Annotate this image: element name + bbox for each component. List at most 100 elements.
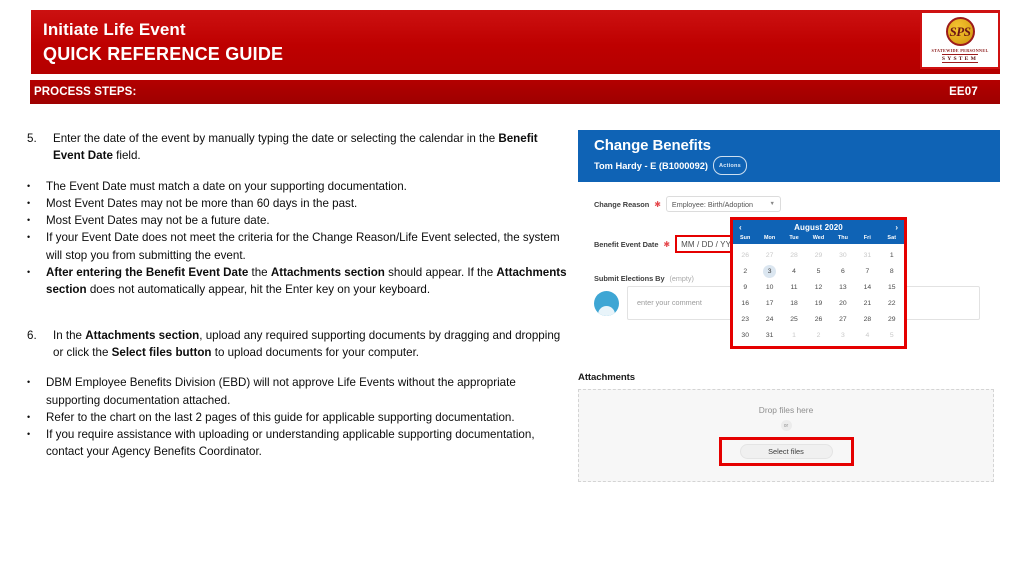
calendar-day-cell[interactable]: 8 (880, 263, 904, 279)
calendar-header: ‹ August 2020 › (733, 220, 904, 235)
calendar-day-cell[interactable]: 31 (855, 247, 879, 263)
calendar-day-cell[interactable]: 4 (855, 327, 879, 343)
step-6-number: 6. (27, 328, 37, 342)
bullet-item: • DBM Employee Benefits Division (EBD) wi… (24, 374, 569, 409)
guide-subtitle: QUICK REFERENCE GUIDE (43, 44, 284, 64)
calendar-day-number: 29 (888, 315, 896, 323)
step-5-number: 5. (27, 132, 37, 145)
calendar-day-cell[interactable]: 7 (855, 263, 879, 279)
bullet-dot-icon: • (27, 411, 31, 422)
bullet-text: Refer to the chart on the last 2 pages o… (46, 410, 515, 424)
calendar-day-cell[interactable]: 10 (757, 279, 781, 295)
calendar-day-cell[interactable]: 20 (831, 295, 855, 311)
calendar-dow-tue: Tue (789, 235, 799, 241)
next-month-icon[interactable]: › (895, 223, 898, 232)
calendar-day-number: 2 (816, 331, 821, 339)
file-dropzone[interactable]: Drop files here or Select files (578, 389, 994, 482)
calendar-day-cell[interactable]: 5 (880, 327, 904, 343)
calendar-day-cell[interactable]: 18 (782, 295, 806, 311)
bullet-dot-icon: • (27, 215, 31, 226)
comment-placeholder: enter your comment (637, 298, 702, 307)
bullet-text: DBM Employee Benefits Division (EBD) wil… (46, 376, 516, 407)
calendar-dow-sun: Sun (739, 235, 751, 241)
calendar-day-number: 8 (889, 267, 894, 275)
calendar-day-number: 5 (889, 331, 894, 339)
prev-month-icon[interactable]: ‹ (739, 223, 742, 232)
benefit-event-date-label: Benefit Event Date (594, 239, 659, 249)
calendar-dow-sat: Sat (887, 235, 897, 241)
bullet-text: Most Event Dates may not be more than 60… (46, 196, 358, 210)
calendar-day-cell[interactable]: 28 (782, 247, 806, 263)
date-picker-popup[interactable]: ‹ August 2020 › Sun Mon Tue Wed Thu Fri Sat 26… (730, 217, 907, 349)
change-reason-value: Employee: Birth/Adoption (671, 199, 754, 209)
calendar-day-cell[interactable]: 4 (782, 263, 806, 279)
bullet-dot-icon: • (27, 377, 31, 388)
calendar-day-cell[interactable]: 21 (855, 295, 879, 311)
calendar-day-cell[interactable]: 9 (733, 279, 757, 295)
calendar-day-cell[interactable]: 3 (831, 327, 855, 343)
process-code-badge: EE07 (949, 86, 978, 98)
calendar-month-label: August 2020 (794, 223, 843, 232)
calendar-day-number: 1 (889, 251, 894, 259)
calendar-day-cell[interactable]: 2 (733, 263, 757, 279)
sps-logo: SPS STATEWIDE PERSONNEL SYSTEM (920, 11, 1000, 69)
calendar-day-cell[interactable]: 24 (757, 311, 781, 327)
calendar-day-cell[interactable]: 1 (880, 247, 904, 263)
calendar-day-cell[interactable]: 16 (733, 295, 757, 311)
calendar-day-cell[interactable]: 12 (806, 279, 830, 295)
submit-elections-label: Submit Elections By (594, 274, 665, 283)
select-files-button[interactable]: Select files (739, 444, 833, 459)
calendar-day-cell[interactable]: 11 (782, 279, 806, 295)
calendar-day-number: 21 (863, 299, 872, 307)
employee-name: Tom Hardy - E (B1000092) (594, 160, 709, 171)
calendar-day-cell[interactable]: 25 (782, 311, 806, 327)
calendar-dow-mon: Mon (763, 235, 776, 241)
calendar-day-number: 31 (765, 331, 774, 339)
required-asterisk-icon: ✱ (663, 239, 671, 249)
calendar-day-cell[interactable]: 28 (855, 311, 879, 327)
calendar-day-cell[interactable]: 2 (806, 327, 830, 343)
calendar-day-cell[interactable]: 29 (880, 311, 904, 327)
calendar-day-cell[interactable]: 30 (831, 247, 855, 263)
calendar-day-number: 10 (765, 283, 774, 291)
calendar-day-cell[interactable]: 23 (733, 311, 757, 327)
step-5-bullets: • The Event Date must match a date on you… (24, 178, 569, 299)
bullet-text: If your Event Date does not meet the cri… (46, 231, 560, 262)
calendar-day-cell[interactable]: 19 (806, 295, 830, 311)
calendar-day-cell[interactable]: 17 (757, 295, 781, 311)
calendar-day-number: 14 (863, 283, 872, 291)
change-reason-select[interactable]: Employee: Birth/Adoption ▼ (665, 196, 781, 212)
calendar-day-cell[interactable]: 30 (733, 327, 757, 343)
calendar-day-cell[interactable]: 31 (757, 327, 781, 343)
calendar-day-cell[interactable]: 5 (806, 263, 830, 279)
bullet-dot-icon: • (27, 429, 31, 440)
step-5: 5. Enter the date of the event by manual… (24, 130, 569, 165)
calendar-dow-thu: Thu (837, 235, 849, 241)
step-6-text: In the Attachments section, upload any r… (53, 328, 561, 359)
calendar-day-cell[interactable]: 1 (782, 327, 806, 343)
actions-button[interactable]: Actions (713, 156, 747, 175)
calendar-day-cell[interactable]: 6 (831, 263, 855, 279)
calendar-day-number: 3 (841, 331, 845, 339)
bullet-item: • After entering the Benefit Event Date t… (24, 264, 569, 299)
calendar-day-cell[interactable]: 13 (831, 279, 855, 295)
guide-title: Initiate Life Event (43, 20, 186, 39)
process-steps-bar: PROCESS STEPS: EE07 (30, 80, 1000, 104)
calendar-day-cell[interactable]: 3 (757, 263, 781, 279)
calendar-day-cell[interactable]: 27 (757, 247, 781, 263)
calendar-day-number: 23 (741, 315, 749, 323)
calendar-day-cell[interactable]: 26 (806, 311, 830, 327)
calendar-day-cell[interactable]: 26 (733, 247, 757, 263)
submit-elections-row: Submit Elections By (empty) (594, 274, 694, 283)
calendar-day-cell[interactable]: 15 (880, 279, 904, 295)
step-6-bullets: • DBM Employee Benefits Division (EBD) wi… (24, 374, 569, 460)
calendar-day-cell[interactable]: 27 (831, 311, 855, 327)
bullet-text: The Event Date must match a date on your… (46, 179, 407, 193)
calendar-day-cell[interactable]: 22 (880, 295, 904, 311)
calendar-day-cell[interactable]: 14 (855, 279, 879, 295)
submit-elections-value: (empty) (669, 274, 694, 283)
calendar-day-cell[interactable]: 29 (806, 247, 830, 263)
step-6: 6. In the Attachments section, upload an… (24, 327, 569, 362)
avatar (594, 290, 619, 316)
calendar-day-number: 18 (790, 299, 798, 307)
